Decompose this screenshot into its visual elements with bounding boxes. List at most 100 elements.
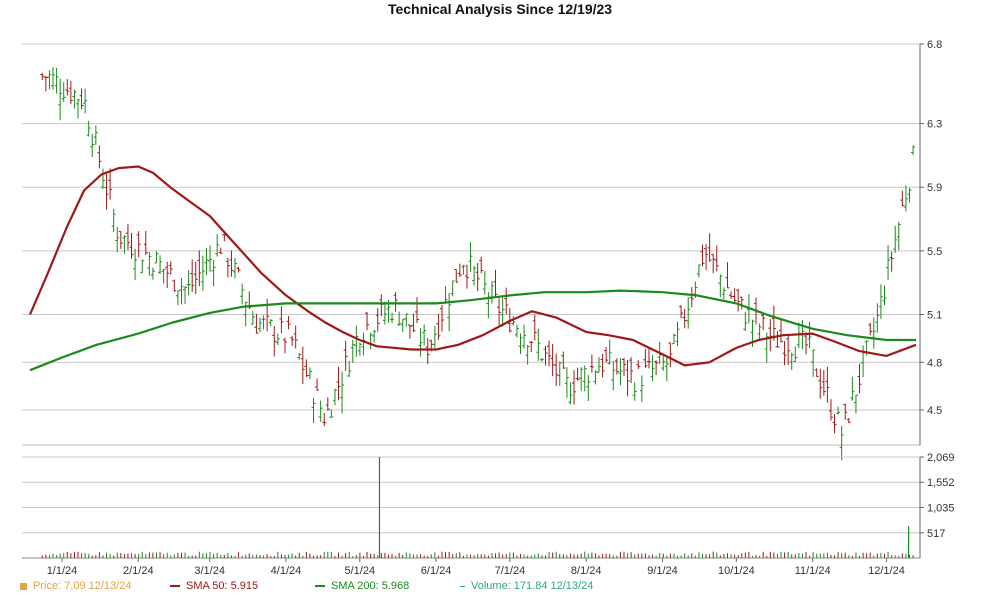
price-bar xyxy=(518,333,523,355)
price-bar xyxy=(825,366,830,403)
price-bar xyxy=(325,397,330,411)
price-bar xyxy=(72,89,77,109)
price-bar xyxy=(204,248,209,276)
price-bar xyxy=(536,328,541,361)
price-bar xyxy=(629,357,634,384)
price-bar xyxy=(75,98,80,119)
price-bar xyxy=(522,324,527,349)
price-bar xyxy=(382,301,387,325)
price-bar xyxy=(229,250,234,277)
price-bar xyxy=(661,354,666,371)
price-bar xyxy=(115,226,120,253)
price-bar xyxy=(853,394,858,414)
price-bar xyxy=(58,78,63,121)
price-bar xyxy=(108,168,113,200)
price-bar xyxy=(861,345,866,378)
price-bar xyxy=(568,382,573,405)
price-bar xyxy=(233,258,238,279)
price-tick-label: 4.5 xyxy=(927,405,942,417)
legend-price-label: Price: 7.09 12/13/24 xyxy=(33,580,132,592)
price-bar xyxy=(686,297,691,329)
price-bar xyxy=(621,357,626,377)
price-bar xyxy=(554,353,559,386)
price-bar xyxy=(557,361,562,386)
price-bar xyxy=(729,291,734,299)
price-bar xyxy=(297,353,302,360)
price-bar xyxy=(529,341,534,353)
price-bar xyxy=(900,190,905,207)
price-bar xyxy=(818,368,823,399)
price-bar xyxy=(183,285,188,304)
price-bar xyxy=(129,232,134,259)
price-bar xyxy=(907,187,912,203)
price-bar xyxy=(372,329,377,343)
price-bar xyxy=(454,269,459,283)
price-bar xyxy=(875,303,880,333)
price-bar xyxy=(572,370,577,405)
price-bar xyxy=(732,288,737,304)
price-bar xyxy=(275,333,280,346)
price-bar xyxy=(675,321,680,346)
price-bar xyxy=(104,173,109,210)
price-bar xyxy=(739,296,744,310)
price-bar xyxy=(475,262,480,292)
price-bar xyxy=(564,367,569,398)
date-x-axis: 1/1/24 2/1/24 3/1/24 4/1/24 5/1/24 6/1/24 7/1/… xyxy=(47,558,905,577)
price-bar xyxy=(604,347,609,363)
price-bar xyxy=(143,230,148,256)
price-bar xyxy=(611,361,616,391)
volume-tick-label: 517 xyxy=(927,528,945,540)
price-bar xyxy=(254,313,259,334)
price-bar xyxy=(846,418,851,424)
price-bar xyxy=(158,255,163,275)
price-bar xyxy=(761,313,766,331)
price-bar xyxy=(322,413,327,427)
price-bar xyxy=(439,304,444,332)
price-bar xyxy=(550,343,555,377)
price-tick-label: 6.3 xyxy=(927,119,942,131)
price-bar xyxy=(636,360,641,369)
x-tick-label: 8/1/24 xyxy=(571,565,602,577)
price-bar xyxy=(771,305,776,341)
price-bar xyxy=(236,266,241,273)
x-tick-label: 10/1/24 xyxy=(718,565,755,577)
price-bar xyxy=(579,367,584,391)
price-bar xyxy=(93,125,98,145)
price-bar xyxy=(504,287,509,315)
price-bar xyxy=(514,324,519,338)
price-bar xyxy=(282,337,287,354)
legend-sma50-swatch xyxy=(170,585,180,588)
price-bar xyxy=(136,231,141,258)
sma-50-line xyxy=(28,165,917,367)
price-bar xyxy=(736,288,741,312)
price-bar xyxy=(832,413,837,434)
price-bar xyxy=(443,286,448,304)
x-tick-label: 11/1/24 xyxy=(795,565,831,577)
price-bar xyxy=(133,248,138,280)
price-bar xyxy=(689,286,694,308)
price-bar xyxy=(582,365,587,392)
price-bar xyxy=(97,145,102,169)
price-bar xyxy=(886,245,891,280)
price-bar xyxy=(415,297,420,324)
price-bar xyxy=(111,208,116,232)
x-tick-label: 3/1/24 xyxy=(194,565,225,577)
price-bar xyxy=(211,259,216,287)
price-bar xyxy=(418,328,423,357)
price-bar xyxy=(165,261,170,289)
price-bar xyxy=(646,348,651,369)
price-bar xyxy=(539,358,544,362)
price-bars xyxy=(40,67,916,461)
price-bar xyxy=(721,287,726,300)
price-bar xyxy=(272,326,277,357)
price-bar xyxy=(768,319,773,352)
price-bar xyxy=(250,310,255,325)
price-bar xyxy=(878,284,883,320)
price-bar xyxy=(79,88,84,110)
price-bar xyxy=(575,367,580,381)
price-bar xyxy=(793,346,798,363)
price-bar xyxy=(497,298,502,326)
price-bar xyxy=(186,270,191,296)
price-bar xyxy=(400,318,405,332)
price-bar xyxy=(54,68,59,94)
